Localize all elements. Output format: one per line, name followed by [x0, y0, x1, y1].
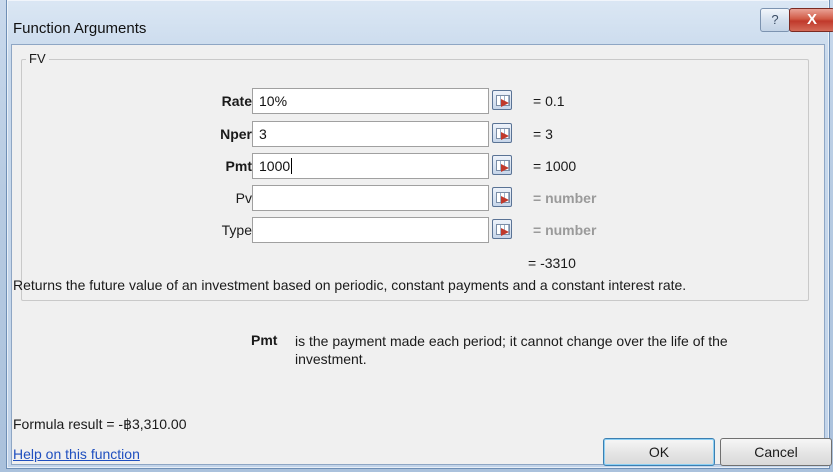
arg-row-pv: Pv = number	[12, 185, 824, 213]
function-result: = -3310	[528, 255, 576, 271]
dialog-content: FV Rate = 0.1 Nper = 3 Pmt 1000 = 1000 P…	[11, 44, 825, 465]
function-arguments-dialog: Function Arguments ? X FV Rate = 0.1 Npe…	[6, 0, 833, 469]
collapse-dialog-icon[interactable]	[492, 219, 512, 239]
pv-evaluated: = number	[533, 190, 597, 206]
title-bar[interactable]: Function Arguments ? X	[7, 0, 833, 42]
help-on-function-link[interactable]: Help on this function	[13, 446, 140, 462]
nper-evaluated: = 3	[533, 126, 553, 142]
function-description: Returns the future value of an investmen…	[13, 277, 687, 293]
arg-row-pmt: Pmt 1000 = 1000	[12, 153, 824, 181]
formula-result: Formula result = -฿3,310.00	[13, 416, 187, 432]
pmt-input-value: 1000	[259, 158, 291, 174]
arg-label-nper: Nper	[220, 126, 252, 142]
argument-help-name: Pmt	[251, 332, 278, 348]
pv-input[interactable]	[252, 185, 489, 211]
type-evaluated: = number	[533, 222, 597, 238]
function-name: FV	[26, 51, 49, 66]
collapse-dialog-icon[interactable]	[492, 187, 512, 207]
dialog-title: Function Arguments	[13, 20, 147, 37]
arg-label-rate: Rate	[221, 93, 252, 109]
argument-help-text: is the payment made each period; it cann…	[295, 333, 728, 367]
pmt-input[interactable]: 1000	[252, 153, 489, 179]
pmt-evaluated: = 1000	[533, 158, 577, 174]
ok-button[interactable]: OK	[603, 438, 715, 466]
collapse-dialog-icon[interactable]	[492, 90, 512, 110]
arg-row-rate: Rate = 0.1	[12, 88, 824, 116]
arg-label-pv: Pv	[235, 190, 252, 206]
arg-row-type: Type = number	[12, 217, 824, 245]
collapse-dialog-icon[interactable]	[492, 155, 512, 175]
arg-row-nper: Nper = 3	[12, 121, 824, 149]
type-input[interactable]	[252, 217, 489, 243]
close-button[interactable]: X	[789, 8, 833, 32]
rate-evaluated: = 0.1	[533, 93, 565, 109]
arg-label-type: Type	[221, 222, 252, 238]
help-button[interactable]: ?	[760, 8, 790, 32]
rate-input[interactable]	[252, 88, 489, 114]
cancel-button[interactable]: Cancel	[720, 438, 832, 466]
arg-label-pmt: Pmt	[225, 158, 252, 174]
nper-input[interactable]	[252, 121, 489, 147]
text-caret	[291, 158, 293, 174]
collapse-dialog-icon[interactable]	[492, 123, 512, 143]
